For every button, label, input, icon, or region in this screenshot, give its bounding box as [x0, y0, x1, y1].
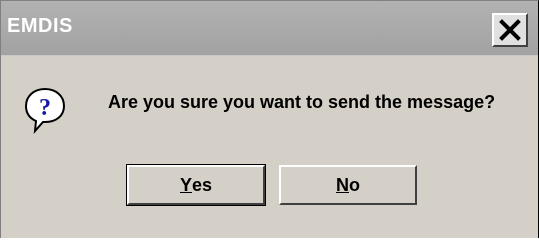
dialog-body: ? Are you sure you want to send the mess… [1, 56, 538, 239]
no-button[interactable]: No [279, 165, 417, 205]
no-mnemonic: N [336, 174, 349, 195]
yes-button[interactable]: Yes [126, 164, 266, 206]
dialog-message: Are you sure you want to send the messag… [108, 92, 496, 112]
close-button[interactable] [492, 13, 528, 47]
confirm-dialog: EMDIS ? Are you sure you want to send th… [0, 0, 539, 240]
yes-label-rest: es [191, 174, 213, 195]
yes-mnemonic: Y [179, 174, 192, 195]
question-icon: ? [23, 86, 67, 134]
no-label-rest: o [349, 174, 360, 195]
title-bar[interactable]: EMDIS [1, 1, 538, 56]
close-x-icon [499, 19, 521, 41]
background-strip [0, 238, 539, 244]
window-title: EMDIS [7, 15, 73, 37]
svg-text:?: ? [39, 95, 51, 121]
